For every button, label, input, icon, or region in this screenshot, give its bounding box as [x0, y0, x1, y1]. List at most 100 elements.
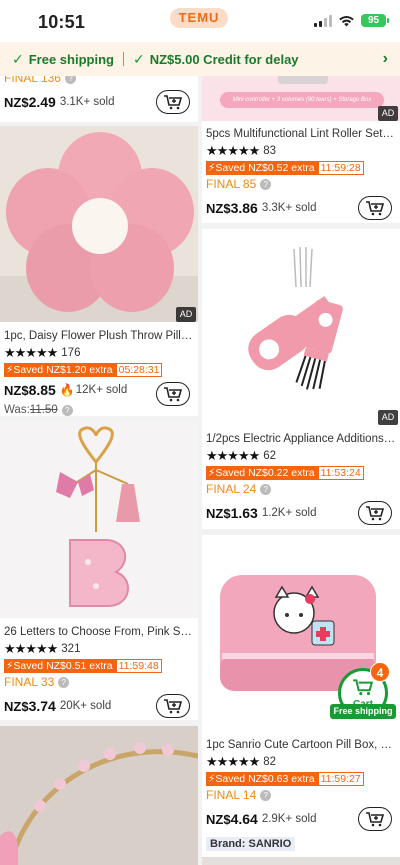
- add-to-cart-button[interactable]: [358, 501, 392, 525]
- final-count: FINAL 85?: [206, 176, 396, 193]
- countdown-timer: 05:28:31: [115, 362, 163, 377]
- status-icons: 95: [314, 14, 389, 27]
- banner-caption: Mini controller + 3 volumes (90 tears) +…: [232, 97, 372, 103]
- add-to-cart-button[interactable]: [358, 196, 392, 220]
- sold-count: 12K+ sold: [75, 384, 128, 396]
- stars-icon: ★★★★★: [206, 447, 260, 463]
- product-card[interactable]: FINAL 136? NZ$2.49 3.1K+ sold: [0, 76, 198, 122]
- ad-badge: AD: [378, 106, 398, 121]
- product-card[interactable]: AD 1/2pcs Electric Appliance Additions B…: [202, 229, 400, 529]
- final-count: FINAL 24?: [206, 481, 396, 498]
- shipping-banner[interactable]: ✓ Free shipping ✓ NZ$5.00 Credit for del…: [0, 42, 400, 76]
- help-icon[interactable]: ?: [260, 179, 272, 190]
- final-count: FINAL 136?: [4, 76, 194, 87]
- savings-row: ⚡ Saved NZ$0.22 extra 11:53:24: [206, 464, 396, 481]
- price: NZ$8.85: [4, 382, 56, 398]
- product-card[interactable]: 26 Letters to Choose From, Pink Shi... ★…: [0, 422, 198, 720]
- price: NZ$4.64: [206, 811, 258, 827]
- divider: [122, 52, 124, 66]
- sold-count: 3.3K+ sold: [261, 202, 317, 214]
- product-card[interactable]: Mini controller + 3 volumes (90 tears) +…: [202, 76, 400, 223]
- price-row: NZ$4.64 2.9K+ sold: [206, 804, 396, 834]
- keychain-image: [0, 422, 198, 618]
- free-shipping-tag: Free shipping: [330, 704, 396, 719]
- sold-count: 1.2K+ sold: [261, 507, 317, 519]
- sold-count: 20K+ sold: [59, 700, 112, 712]
- product-card[interactable]: [0, 726, 198, 865]
- price-row: NZ$3.74 20K+ sold: [4, 691, 194, 720]
- temu-logo[interactable]: TEMU: [170, 8, 228, 28]
- status-bar: 10:51 TEMU 95: [0, 0, 400, 42]
- final-count: FINAL 33?: [4, 674, 194, 691]
- savings-row: ⚡ Saved NZ$0.51 extra 11:59:48: [4, 657, 194, 674]
- rating-row: ★★★★★ 321: [4, 640, 81, 656]
- price-row: NZ$1.63 1.2K+ sold: [206, 498, 396, 528]
- stars-icon: ★★★★★: [4, 344, 58, 360]
- flame-icon: 🔥: [59, 383, 75, 397]
- product-card[interactable]: AD 1pc, Daisy Flower Plush Throw Pillow.…: [0, 126, 198, 416]
- product-title[interactable]: 26 Letters to Choose From, Pink Shi...: [4, 624, 194, 640]
- price: NZ$3.86: [206, 200, 258, 216]
- savings-row: ⚡ Saved NZ$0.63 extra 11:59:27: [206, 770, 396, 787]
- saved-badge: ⚡ Saved NZ$1.20 extra: [4, 362, 116, 377]
- product-title[interactable]: 1/2pcs Electric Appliance Additions B...: [206, 431, 396, 447]
- countdown-timer: 11:59:48: [115, 658, 162, 673]
- chevron-right-icon[interactable]: ›: [383, 50, 388, 68]
- price-row: NZ$2.49 3.1K+ sold: [4, 87, 194, 117]
- signal-icon: [314, 14, 332, 27]
- saved-badge: ⚡ Saved NZ$0.52 extra: [206, 160, 318, 175]
- cart-icon: [353, 679, 374, 696]
- cart-count-badge: 4: [370, 662, 390, 682]
- flower-pillow-image: [0, 126, 198, 322]
- help-icon[interactable]: ?: [260, 790, 272, 801]
- stars-icon: ★★★★★: [206, 142, 260, 158]
- help-icon[interactable]: ?: [64, 76, 76, 84]
- brand-tag[interactable]: Brand: SANRIO: [206, 837, 296, 851]
- ad-badge: AD: [176, 307, 196, 322]
- help-icon[interactable]: ?: [260, 484, 272, 495]
- saved-badge: ⚡ Saved NZ$0.51 extra: [4, 658, 116, 673]
- product-image[interactable]: [0, 422, 198, 618]
- stars-icon: ★★★★★: [4, 640, 58, 656]
- add-to-cart-button[interactable]: [358, 807, 392, 831]
- add-to-cart-button[interactable]: [156, 382, 190, 406]
- cart-plus-icon: [366, 506, 385, 521]
- rating-row: ★★★★★ 83: [206, 142, 277, 158]
- cart-plus-icon: [164, 95, 183, 110]
- add-to-cart-button[interactable]: [156, 90, 190, 114]
- rating-row: ★★★★★ 176: [4, 344, 81, 360]
- help-icon[interactable]: ?: [61, 405, 73, 416]
- stars-icon: ★★★★★: [206, 753, 260, 769]
- check-icon: ✓: [12, 50, 24, 67]
- product-image[interactable]: Mini controller + 3 volumes (90 tears) +…: [202, 76, 400, 121]
- sold-count: 2.9K+ sold: [261, 813, 317, 825]
- saved-badge: ⚡ Saved NZ$0.22 extra: [206, 465, 318, 480]
- cleaning-brush-image: [202, 229, 400, 425]
- product-image[interactable]: [202, 229, 400, 425]
- product-image[interactable]: [0, 126, 198, 322]
- cart-plus-icon: [164, 387, 183, 402]
- rating-row: ★★★★★ 82: [206, 753, 277, 769]
- price: NZ$2.49: [4, 94, 56, 110]
- price-row: NZ$8.85 🔥 12K+ sold: [4, 378, 194, 406]
- cart-plus-icon: [366, 812, 385, 827]
- help-icon[interactable]: ?: [58, 677, 70, 688]
- credit-text: NZ$5.00 Credit for delay: [149, 51, 299, 67]
- cart-plus-icon: [164, 699, 183, 714]
- countdown-timer: 11:59:28: [317, 160, 364, 175]
- product-title[interactable]: 1pc Sanrio Cute Cartoon Pill Box, 3-L...: [206, 737, 396, 753]
- product-title[interactable]: 1pc, Daisy Flower Plush Throw Pillow...: [4, 328, 194, 344]
- clock: 10:51: [38, 12, 86, 32]
- add-to-cart-button[interactable]: [156, 694, 190, 718]
- product-feed[interactable]: FINAL 136? NZ$2.49 3.1K+ sold AD 1pc, Da…: [0, 76, 400, 865]
- headband-image: [0, 726, 198, 865]
- product-card[interactable]: [202, 857, 400, 865]
- product-title[interactable]: 5pcs Multifunctional Lint Roller Set, I.…: [206, 126, 396, 142]
- ad-badge: AD: [378, 410, 398, 425]
- price: NZ$3.74: [4, 698, 56, 714]
- savings-row: ⚡ Saved NZ$0.52 extra 11:59:28: [206, 159, 396, 176]
- product-image[interactable]: [0, 726, 198, 865]
- price-row: NZ$3.86 3.3K+ sold: [206, 193, 396, 223]
- cart-plus-icon: [366, 201, 385, 216]
- countdown-timer: 11:53:24: [317, 465, 364, 480]
